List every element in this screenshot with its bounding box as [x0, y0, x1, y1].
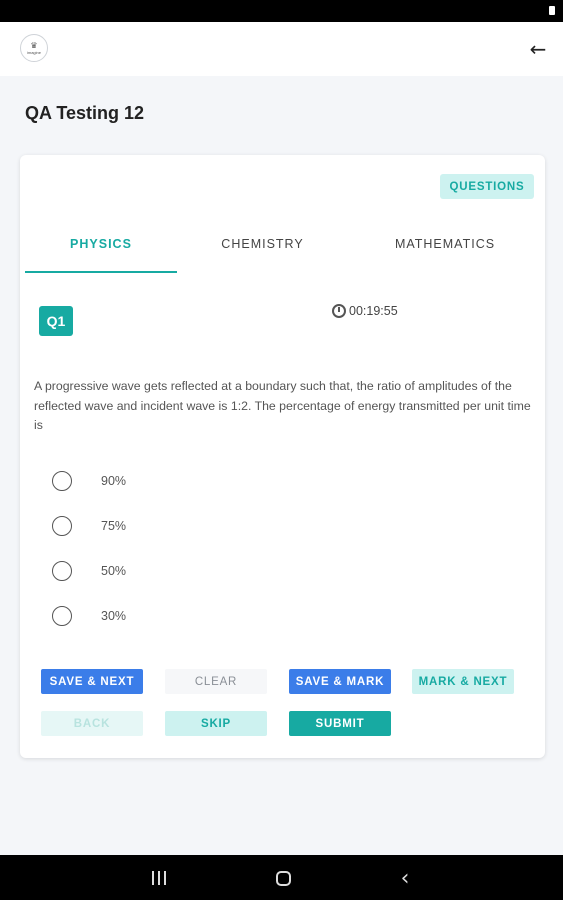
logo-crown: ♛ [30, 40, 38, 50]
save-next-button[interactable]: SAVE & NEXT [41, 669, 143, 694]
page-title: QA Testing 12 [25, 103, 145, 123]
radio-button-icon[interactable] [52, 561, 72, 581]
mark-next-button[interactable]: MARK & NEXT [412, 669, 514, 694]
timer-value: 00:19:55 [349, 304, 398, 318]
recents-icon[interactable] [147, 866, 171, 890]
battery-icon [549, 6, 555, 15]
question-text: A progressive wave gets reflected at a b… [34, 379, 531, 432]
back-chevron-icon[interactable]: ‹ [393, 866, 417, 891]
option-4[interactable]: 30% [52, 603, 252, 629]
skip-button[interactable]: SKIP [165, 711, 267, 736]
active-tab-indicator [25, 271, 177, 273]
status-bar [0, 0, 563, 22]
logo-text: imagine [26, 49, 41, 55]
crown-logo-icon[interactable]: ♛ imagine [20, 34, 48, 62]
questions-button[interactable]: QUESTIONS [440, 174, 534, 199]
option-label: 30% [101, 609, 127, 623]
option-1[interactable]: 90% [52, 468, 252, 494]
radio-button-icon[interactable] [52, 516, 72, 536]
tab-physics[interactable]: PHYSICS [25, 215, 177, 273]
clock-icon [332, 304, 346, 318]
timer: 00:19:55 [332, 304, 398, 318]
home-icon[interactable] [271, 866, 295, 890]
question-card: QUESTIONS PHYSICS CHEMISTRY MATHEMATICS … [20, 155, 545, 758]
option-label: 75% [101, 519, 127, 533]
save-mark-button[interactable]: SAVE & MARK [289, 669, 391, 694]
tab-chemistry[interactable]: CHEMISTRY [185, 215, 340, 273]
back-button[interactable]: BACK [41, 711, 143, 736]
question-number-badge: Q1 [39, 306, 73, 336]
radio-button-icon[interactable] [52, 471, 72, 491]
submit-button[interactable]: SUBMIT [289, 711, 391, 736]
option-label: 50% [101, 564, 127, 578]
option-2[interactable]: 75% [52, 513, 252, 539]
radio-button-icon[interactable] [52, 606, 72, 626]
option-label: 90% [101, 474, 127, 488]
tab-mathematics[interactable]: MATHEMATICS [360, 215, 530, 273]
clear-button[interactable]: CLEAR [165, 669, 267, 694]
option-3[interactable]: 50% [52, 558, 252, 584]
app-header: ♛ imagine ← [0, 22, 563, 76]
arrow-left-icon[interactable]: ← [525, 36, 551, 62]
system-nav-bar: ‹ [0, 855, 563, 900]
